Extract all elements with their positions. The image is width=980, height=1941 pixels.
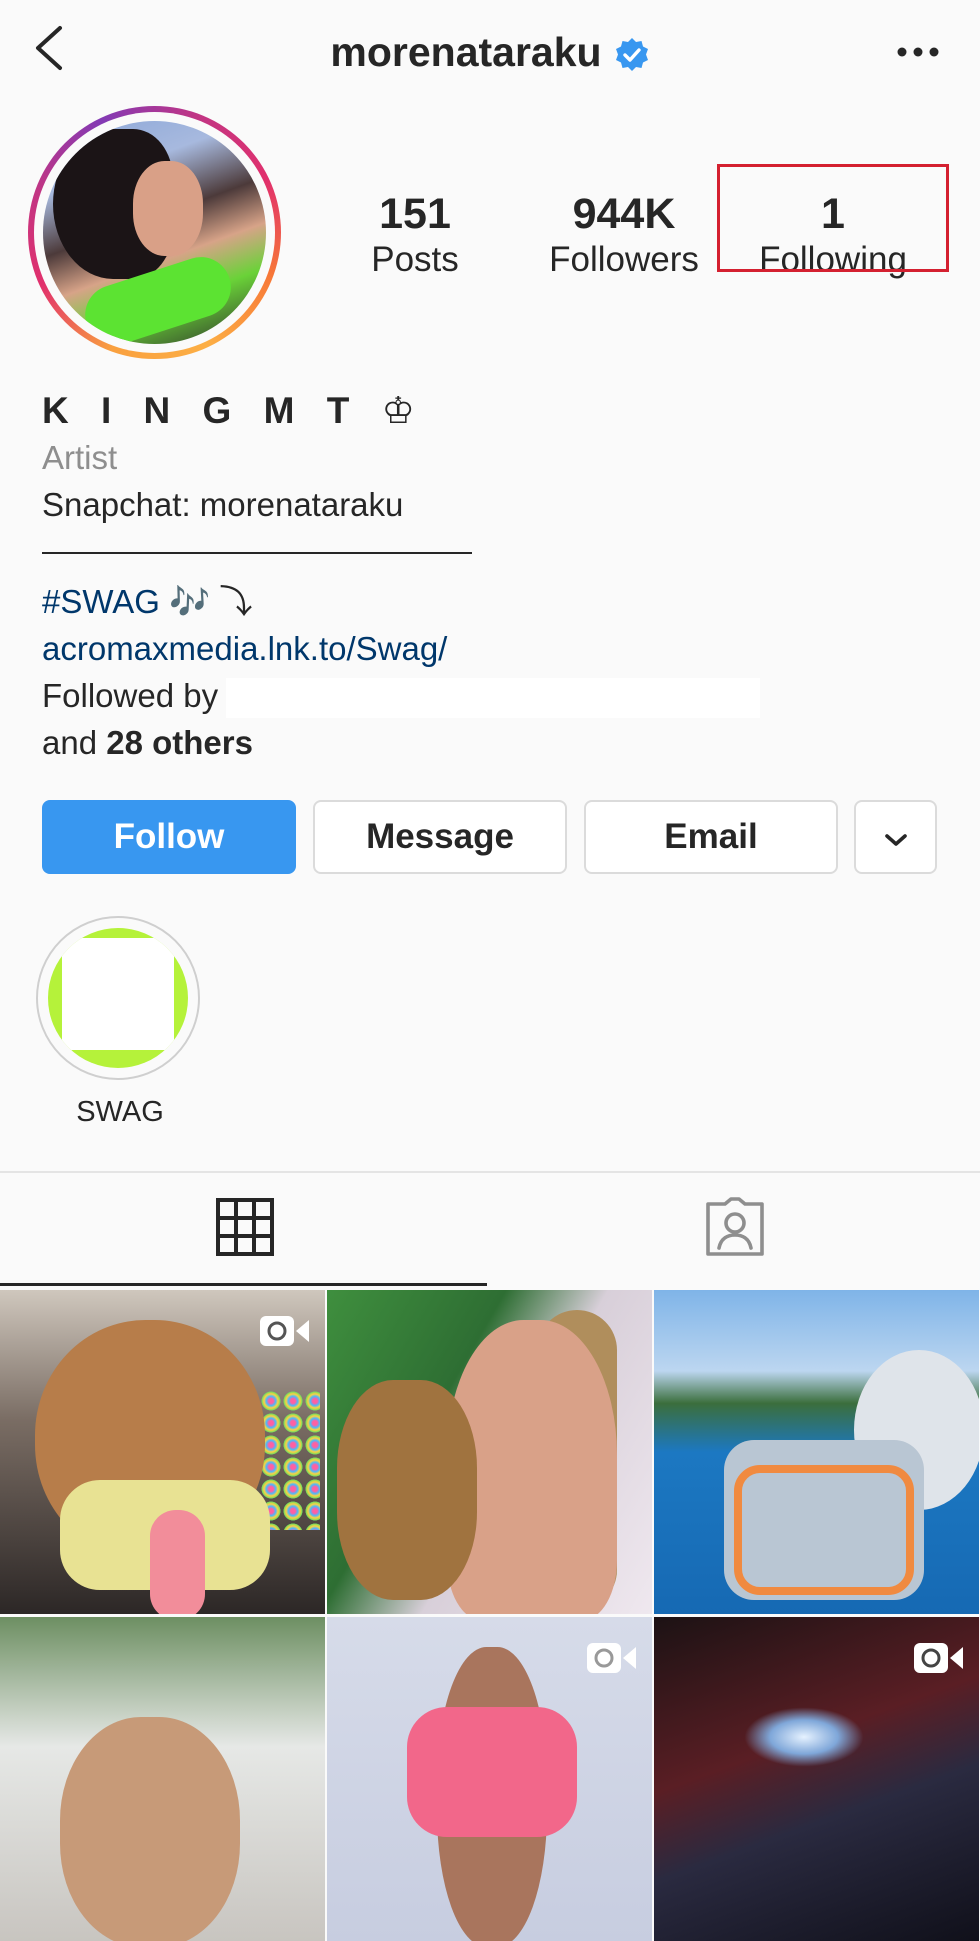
profile-avatar[interactable] <box>28 106 281 359</box>
hashtag-link[interactable]: #SWAG <box>42 583 160 620</box>
active-tab-indicator <box>0 1283 487 1286</box>
post-thumbnail[interactable] <box>0 1290 325 1614</box>
story-highlight-swag[interactable]: SWAG <box>36 916 204 1129</box>
highlight-cover <box>36 916 200 1080</box>
profile-bio: K I N G M T ♔ Artist Snapchat: morenatar… <box>42 388 942 766</box>
others-count: 28 others <box>106 724 253 761</box>
suggested-accounts-button[interactable] <box>854 800 937 874</box>
email-button[interactable]: Email <box>584 800 838 874</box>
video-camera-icon <box>586 1639 638 1677</box>
more-horizontal-icon[interactable] <box>894 34 942 70</box>
posts-count-stat[interactable]: 151 Posts <box>315 190 515 282</box>
page-title: morenataraku <box>330 28 602 75</box>
followers-label: Followers <box>549 240 699 279</box>
follow-button[interactable]: Follow <box>42 800 296 874</box>
followers-count: 944K <box>572 190 676 238</box>
post-thumbnail[interactable] <box>0 1617 325 1941</box>
video-camera-icon <box>913 1639 965 1677</box>
grid-icon <box>215 1197 275 1262</box>
bio-snapchat: Snapchat: morenataraku <box>42 486 404 523</box>
bio-website-link[interactable]: acromaxmedia.lnk.to/Swag/ <box>42 625 942 672</box>
followed-by-others[interactable]: and 28 others <box>42 719 942 766</box>
post-thumbnail[interactable] <box>327 1290 652 1614</box>
display-name: K I N G M T ♔ <box>42 390 426 431</box>
bio-divider <box>42 532 942 578</box>
avatar-photo <box>43 121 266 344</box>
highlight-label: SWAG <box>76 1096 164 1128</box>
header-title-bar: morenataraku <box>0 22 980 82</box>
verified-badge-icon <box>614 37 650 73</box>
tagged-person-icon <box>703 1196 767 1263</box>
hashtag-suffix: 🎶 ⤵ <box>159 583 253 620</box>
category-label: Artist <box>42 439 118 476</box>
posts-count: 151 <box>379 190 451 238</box>
post-thumbnail[interactable] <box>654 1617 979 1941</box>
bio-hashtag-line: #SWAG 🎶 ⤵ <box>42 578 942 625</box>
tab-tagged[interactable] <box>490 1173 980 1285</box>
followed-by-line[interactable]: Followed by <box>42 672 942 719</box>
followers-count-stat[interactable]: 944K Followers <box>524 190 724 282</box>
posts-label: Posts <box>371 240 459 279</box>
tab-posts-grid[interactable] <box>0 1173 490 1285</box>
chevron-down-icon <box>883 817 909 857</box>
video-camera-icon <box>259 1312 311 1350</box>
redacted-names <box>226 678 761 719</box>
and-text: and <box>42 724 98 761</box>
post-thumbnail[interactable] <box>327 1617 652 1941</box>
message-button[interactable]: Message <box>313 800 567 874</box>
followed-by-prefix: Followed by <box>42 677 219 714</box>
post-thumbnail[interactable] <box>654 1290 979 1614</box>
annotation-highlight-box <box>717 164 949 272</box>
